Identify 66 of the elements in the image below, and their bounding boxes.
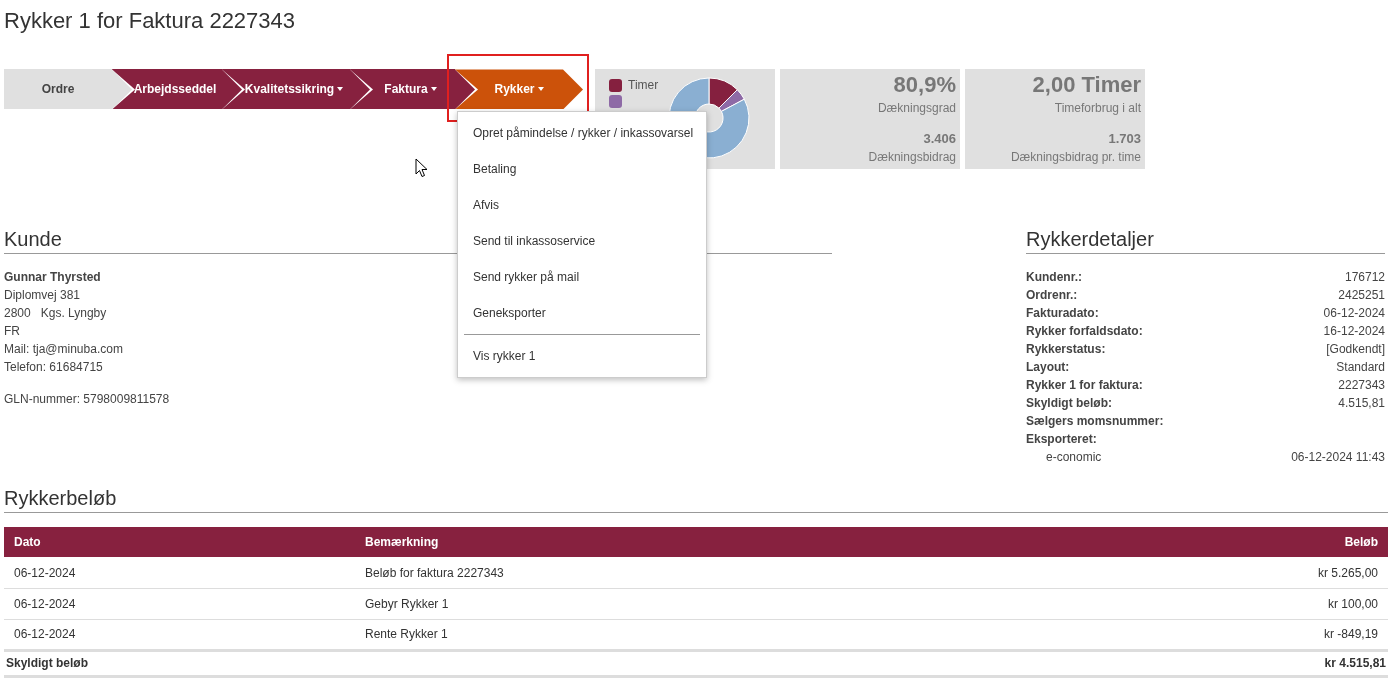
kpi-value: 3.406 bbox=[922, 129, 956, 148]
detail-label: Rykker 1 for faktura: bbox=[1026, 377, 1143, 395]
table-cell: kr -849,19 bbox=[1041, 619, 1388, 651]
section-heading: Rykkerdetaljer bbox=[1026, 227, 1385, 255]
menu-item[interactable]: Opret påmindelse / rykker / inkassovarsel bbox=[458, 115, 706, 152]
table-cell: 06-12-2024 bbox=[4, 557, 355, 589]
table-cell: Beløb for faktura 2227343 bbox=[355, 557, 1042, 589]
kpi-label: Dækningsbidrag pr. time bbox=[1009, 149, 1141, 167]
detail-value: 16-12-2024 bbox=[1323, 323, 1385, 341]
table-cell: Gebyr Rykker 1 bbox=[355, 588, 1042, 620]
step-tab[interactable]: Faktura bbox=[350, 69, 455, 110]
address-line: Telefon: 61684715 bbox=[4, 359, 103, 377]
detail-label: Rykker forfaldsdato: bbox=[1026, 323, 1143, 341]
detail-value: 2227343 bbox=[1338, 377, 1385, 395]
customer-name: Gunnar Thyrsted bbox=[4, 269, 101, 287]
gln-number: GLN-nummer: 5798009811578 bbox=[4, 391, 170, 409]
detail-label: Rykkerstatus: bbox=[1026, 341, 1106, 359]
kpi-label: Timeforbrug i alt bbox=[1053, 99, 1141, 117]
menu-item[interactable]: Betaling bbox=[458, 151, 706, 188]
menu-item[interactable]: Send til inkassoservice bbox=[458, 223, 706, 260]
total-label: Skyldigt beløb bbox=[4, 650, 355, 677]
table-cell: kr 100,00 bbox=[1041, 588, 1388, 620]
legend-label: Timer bbox=[628, 77, 659, 95]
detail-label: Eksporteret: bbox=[1026, 431, 1097, 449]
detail-label: Ordrenr.: bbox=[1026, 287, 1078, 305]
detail-value: 06-12-2024 bbox=[1323, 305, 1385, 323]
column-header: Bemærkning bbox=[355, 527, 1042, 558]
section-heading: Rykkerbeløb bbox=[4, 486, 1388, 514]
detail-value: 176712 bbox=[1344, 269, 1385, 287]
mouse-pointer-icon bbox=[415, 158, 429, 178]
kpi-value: 80,9% bbox=[892, 72, 956, 99]
detail-value: 06-12-2024 11:43 bbox=[1291, 449, 1385, 467]
detail-label: e-conomic bbox=[1046, 449, 1102, 467]
kpi-label: Dækningsbidrag bbox=[867, 149, 956, 167]
table-cell: 06-12-2024 bbox=[4, 619, 355, 651]
detail-value: 4.515,81 bbox=[1338, 395, 1385, 413]
kpi-value: 2,00 Timer bbox=[1031, 72, 1141, 99]
detail-value: 2425251 bbox=[1338, 287, 1385, 305]
menu-item[interactable]: Send rykker på mail bbox=[458, 259, 706, 296]
address-line: 2800 Kgs. Lyngby bbox=[4, 305, 107, 323]
column-header: Beløb bbox=[1041, 527, 1388, 558]
detail-label: Kundenr.: bbox=[1026, 269, 1082, 287]
step-tab[interactable]: Ordre bbox=[4, 69, 112, 110]
detail-label: Layout: bbox=[1026, 359, 1070, 377]
total-value: kr 4.515,81 bbox=[1041, 650, 1388, 677]
address-line: Diplomvej 381 bbox=[4, 287, 81, 305]
detail-value: Standard bbox=[1336, 359, 1385, 377]
detail-label: Skyldigt beløb: bbox=[1026, 395, 1112, 413]
menu-item[interactable]: Afvis bbox=[458, 187, 706, 224]
kpi-label: Dækningsgrad bbox=[876, 99, 956, 117]
step-tab[interactable]: Arbejdsseddel bbox=[112, 69, 222, 110]
table-cell: Rente Rykker 1 bbox=[355, 619, 1042, 651]
address-line: FR bbox=[4, 323, 20, 341]
table-cell: kr 5.265,00 bbox=[1041, 557, 1388, 589]
page-title: Rykker 1 for Faktura 2227343 bbox=[4, 8, 297, 35]
table-cell: 06-12-2024 bbox=[4, 588, 355, 620]
address-line: Mail: tja@minuba.com bbox=[4, 341, 123, 359]
step-tab[interactable]: Rykker bbox=[455, 69, 583, 110]
menu-item[interactable]: Geneksporter bbox=[458, 295, 706, 332]
menu-item[interactable]: Vis rykker 1 bbox=[458, 338, 706, 375]
kpi-value: 1.703 bbox=[1107, 129, 1141, 148]
column-header: Dato bbox=[4, 527, 355, 558]
detail-label: Fakturadato: bbox=[1026, 305, 1099, 323]
detail-label: Sælgers momsnummer: bbox=[1026, 413, 1164, 431]
step-tab[interactable]: Kvalitetssikring bbox=[222, 69, 350, 110]
detail-value: [Godkendt] bbox=[1326, 341, 1385, 359]
